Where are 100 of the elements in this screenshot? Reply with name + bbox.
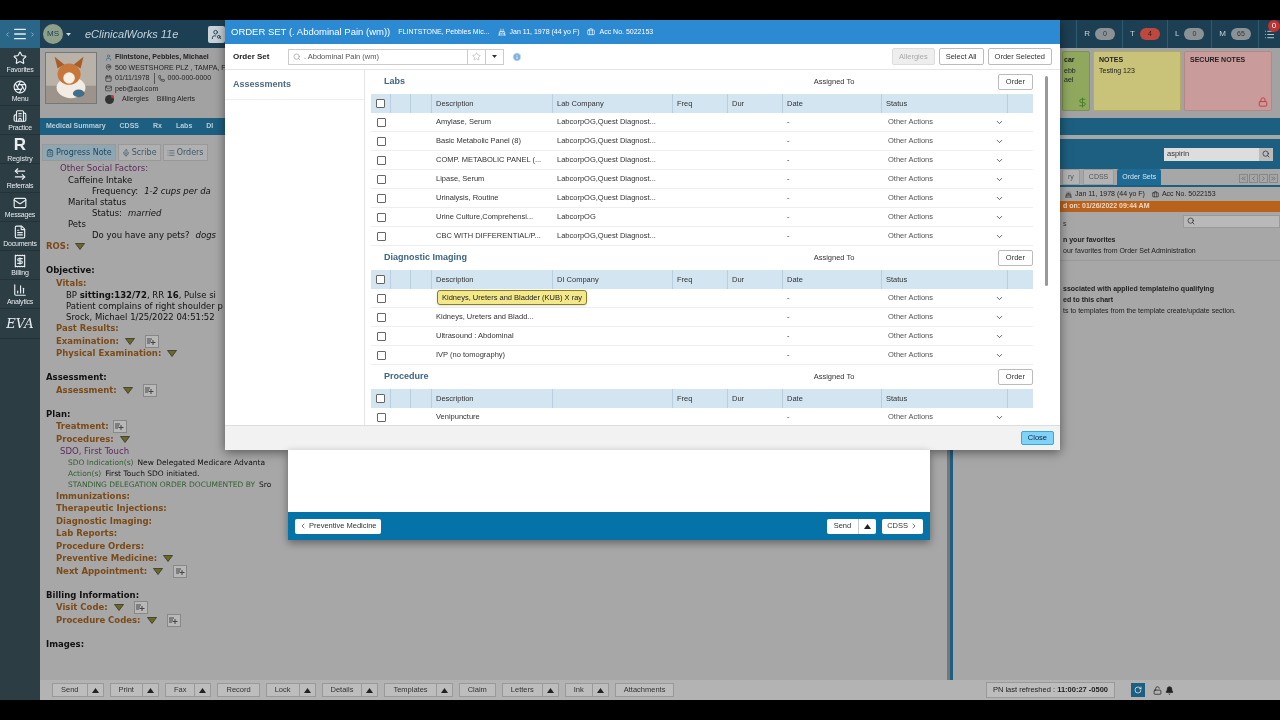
section-label: Procedure Codes:: [56, 613, 141, 627]
menu-toggle-button[interactable]: [195, 683, 212, 697]
clipboard-icon: [46, 148, 54, 157]
refresh-icon: [1134, 686, 1142, 694]
item-text: Caffeine Intake: [68, 174, 133, 186]
item-text: Pets: [68, 218, 86, 230]
dropdown-icon[interactable]: [124, 337, 135, 345]
briefcase-icon: [587, 28, 596, 36]
item-text: Marital status: [68, 196, 127, 208]
group-label: Other Social Factors:: [60, 163, 149, 175]
envelope-icon: [13, 195, 27, 210]
dropdown-icon[interactable]: [167, 350, 178, 358]
note-text: Patient complains of right shoulder p: [66, 300, 223, 312]
add-note-icon: [115, 423, 125, 431]
section-label: Vitals:: [56, 276, 87, 290]
checkbox[interactable]: [376, 193, 386, 203]
checkbox[interactable]: [376, 275, 385, 284]
envelope-icon: [105, 85, 112, 93]
checkbox[interactable]: [376, 293, 386, 303]
section-heading: Plan:: [46, 407, 71, 421]
bell-icon[interactable]: [1165, 685, 1174, 695]
user-search-icon: [211, 28, 223, 40]
caret-icon: [199, 687, 207, 693]
add-note-icon: [136, 604, 146, 612]
checkbox[interactable]: [376, 99, 385, 108]
order-set-search-field[interactable]: [1183, 214, 1280, 228]
section-label: ROS:: [46, 240, 70, 254]
section-label: Procedure Orders:: [56, 539, 145, 553]
dropdown-icon[interactable]: [113, 604, 124, 612]
dollar-icon: [1077, 97, 1088, 108]
sidebar-item[interactable]: Assessments: [225, 70, 364, 100]
checkbox[interactable]: [376, 231, 386, 241]
caret-down-icon[interactable]: [66, 32, 71, 36]
dropdown-button[interactable]: [486, 48, 504, 65]
arrows-icon: [13, 166, 27, 181]
checkbox[interactable]: [376, 412, 386, 422]
refresh-button[interactable]: [1131, 683, 1145, 697]
patient-search-button[interactable]: [208, 25, 226, 43]
section-label: Past Results:: [56, 322, 119, 336]
notification-badge: 0: [1268, 20, 1280, 32]
section-label: Assessment:: [56, 383, 117, 397]
note-tab[interactable]: Scribe: [117, 144, 161, 161]
section-label: Examination:: [56, 334, 119, 348]
checkbox[interactable]: [376, 155, 386, 165]
search-icon: [293, 52, 301, 61]
unlock-icon[interactable]: [1153, 685, 1162, 695]
caret-icon: [303, 687, 311, 693]
phone-icon: [157, 74, 165, 82]
checkbox[interactable]: [376, 312, 386, 322]
checkbox[interactable]: [376, 136, 386, 146]
section-label: Therapeutic Injections:: [56, 502, 167, 516]
dialog-title: ORDER SET (. Abdominal Pain (wm)): [231, 24, 391, 39]
search-button[interactable]: [1259, 147, 1273, 161]
send-menu-button[interactable]: [859, 518, 877, 534]
section-heading: Assessment:: [46, 371, 107, 384]
add-note-icon: [147, 337, 157, 345]
menu-toggle-button[interactable]: [362, 683, 379, 697]
counter-label: R: [1084, 28, 1090, 40]
section-label: Preventive Medicine:: [56, 552, 158, 566]
chevron-right-icon[interactable]: [29, 30, 36, 38]
note-tab[interactable]: Progress Note: [42, 144, 116, 161]
section-title: Procedure: [384, 370, 430, 384]
dropdown-icon[interactable]: [163, 555, 174, 563]
add-note-icon: [175, 567, 185, 575]
checkbox[interactable]: [376, 350, 386, 360]
caret-icon: [596, 687, 604, 693]
microphone-icon: [121, 148, 130, 157]
building-icon: [13, 108, 27, 123]
checkbox[interactable]: [376, 174, 386, 184]
dropdown-icon[interactable]: [153, 567, 164, 575]
scrollbar[interactable]: [1045, 76, 1048, 286]
eva-logo[interactable]: EVA: [6, 313, 34, 334]
field-value: 1-2 cups per da: [144, 185, 211, 197]
checkbox[interactable]: [376, 331, 386, 341]
checkbox[interactable]: [376, 394, 385, 403]
user-avatar[interactable]: MS: [43, 24, 63, 44]
field-label: Status:: [92, 207, 122, 219]
note-text: BP sitting:132/72, RR 16, Pulse si: [66, 289, 216, 301]
chevron-left-icon[interactable]: [4, 30, 11, 38]
field-value: dogs: [195, 229, 216, 241]
section-label: Visit Code:: [56, 601, 108, 615]
add-note-icon: [169, 616, 178, 624]
checkbox[interactable]: [376, 212, 386, 222]
dropdown-icon[interactable]: [75, 243, 86, 251]
field-label: Do you have any pets?: [92, 229, 190, 241]
list-icon: [166, 148, 175, 157]
dropdown-icon[interactable]: [146, 616, 157, 624]
info-icon[interactable]: [512, 51, 522, 62]
field-label: Frequency:: [92, 185, 139, 197]
section-heading: Objective:: [46, 264, 95, 277]
section-heading: Images:: [46, 637, 85, 651]
checkbox[interactable]: [376, 117, 386, 127]
dropdown-icon[interactable]: [119, 435, 130, 443]
menu-icon[interactable]: [12, 26, 28, 42]
note-tab[interactable]: Orders: [162, 144, 208, 161]
field-value: married: [127, 207, 162, 219]
counter-label: T: [1130, 28, 1135, 40]
dropdown-icon[interactable]: [122, 386, 133, 394]
group-label: SDO, First Touch: [60, 445, 130, 457]
list-icon[interactable]: [1264, 28, 1275, 40]
